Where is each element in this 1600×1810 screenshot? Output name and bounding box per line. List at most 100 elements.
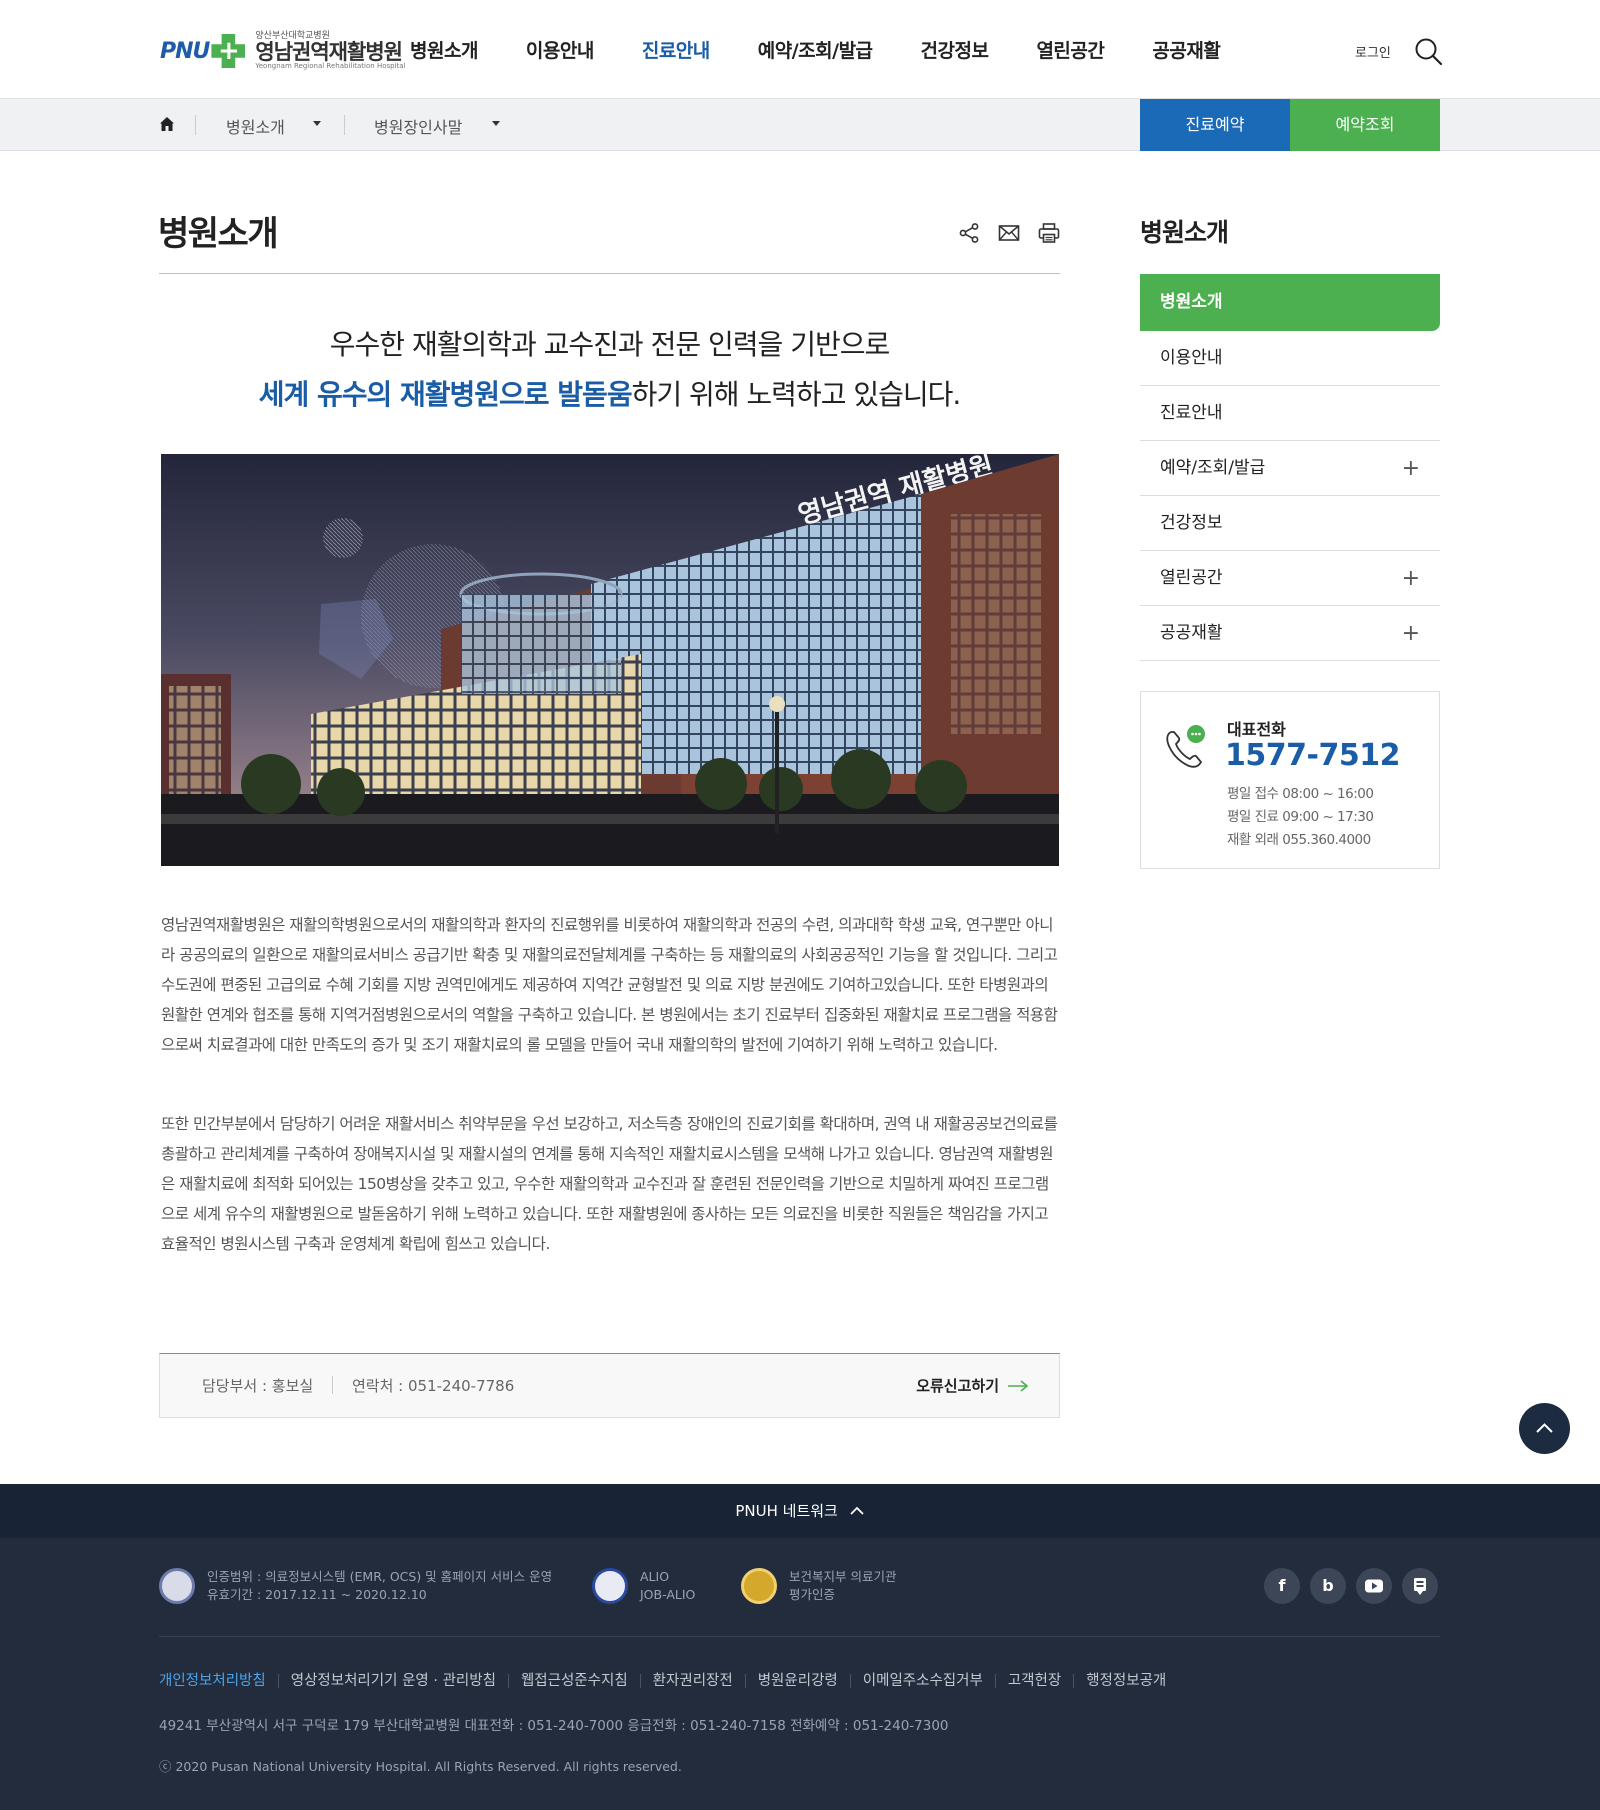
cert-alio-line2: JOB-ALIO (640, 1587, 696, 1602)
side-item-label: 건강정보 (1160, 513, 1223, 533)
footer-link-patient-rights[interactable]: 환자권리장전 (639, 1674, 745, 1688)
cert-isms-line2: 유효기간 : 2017.12.11 ~ 2020.12.10 (207, 1587, 427, 1602)
footer-link-cctv[interactable]: 영상정보처리기기 운영 · 관리방침 (277, 1674, 508, 1688)
side-item-label: 열린공간 (1160, 568, 1223, 588)
print-icon[interactable] (1038, 222, 1060, 244)
mail-icon[interactable] (998, 222, 1020, 244)
info-department: 담당부서 : 홍보실 (202, 1377, 314, 1395)
breadcrumb-bar: 병원소개 병원장인사말 진료예약 예약조회 (0, 99, 1600, 151)
footer-link-email-refusal[interactable]: 이메일주소수집거부 (849, 1674, 995, 1688)
lead-line2: 세계 유수의 재활병원으로 발돋움하기 위해 노력하고 있습니다. (159, 370, 1060, 420)
chevron-down-icon[interactable] (313, 121, 321, 126)
post-icon[interactable] (1402, 1568, 1438, 1604)
nav-item-public-rehab[interactable]: 공공재활 (1152, 36, 1220, 63)
reservation-check-button[interactable]: 예약조회 (1290, 99, 1440, 151)
search-icon[interactable] (1413, 36, 1443, 66)
hospital-logo[interactable]: PNU + 양산부산대학교병원 영남권역재활병원 Yeongnam Regiona… (160, 28, 406, 74)
error-report-label: 오류신고하기 (916, 1377, 999, 1395)
side-item-label: 공공재활 (1160, 623, 1223, 643)
side-item-health[interactable]: 건강정보 (1140, 496, 1440, 551)
side-item-reservation[interactable]: 예약/조회/발급 + (1140, 441, 1440, 496)
logo-text: 양산부산대학교병원 영남권역재활병원 Yeongnam Regional Reh… (255, 31, 406, 71)
plus-icon[interactable]: + (1402, 606, 1420, 661)
error-report-link[interactable]: 오류신고하기 (916, 1375, 1029, 1396)
cert-alio[interactable]: ALIO JOB-ALIO (592, 1568, 695, 1604)
side-item-guide[interactable]: 이용안내 (1140, 331, 1440, 386)
footer-link-accessibility[interactable]: 웹접근성준수지침 (507, 1674, 640, 1688)
nav-item-treatment[interactable]: 진료안내 (642, 36, 710, 63)
main-nav: 병원소개 이용안내 진료안내 예약/조회/발급 건강정보 열린공간 공공재활 (410, 0, 1268, 99)
cert-alio-line1: ALIO (640, 1569, 670, 1584)
login-link[interactable]: 로그인 (1355, 42, 1391, 61)
crumb-divider (195, 115, 196, 135)
facebook-icon[interactable]: f (1264, 1568, 1300, 1604)
footer-link-privacy[interactable]: 개인정보처리방침 (159, 1674, 278, 1689)
site-footer: 인증범위 : 의료정보시스템 (EMR, OCS) 및 홈페이지 서비스 운영 … (0, 1538, 1600, 1810)
chevron-up-icon (1536, 1423, 1553, 1433)
nav-item-intro[interactable]: 병원소개 (410, 36, 478, 63)
logo-mark-text: PNU (160, 38, 210, 64)
mohw-badge-icon (741, 1568, 777, 1604)
nav-item-open-space[interactable]: 열린공간 (1036, 36, 1104, 63)
cert-isms-line1: 인증범위 : 의료정보시스템 (EMR, OCS) 및 홈페이지 서비스 운영 (207, 1569, 553, 1584)
building-illustration: 영남권역 재활병원 (161, 454, 1059, 866)
phone-info-box: 대표전화 1577-7512 평일 접수 08:00 ~ 16:00 평일 진료… (1140, 691, 1440, 869)
logo-en: Yeongnam Regional Rehabilitation Hospita… (255, 62, 406, 71)
breadcrumb-level1[interactable]: 병원소개 (226, 114, 285, 138)
footer-link-charter[interactable]: 고객헌장 (994, 1674, 1073, 1688)
side-item-label: 병원소개 (1160, 292, 1223, 312)
footer-address: 49241 부산광역시 서구 구덕로 179 부산대학교병원 대표전화 : 05… (159, 1718, 949, 1734)
side-item-public-rehab[interactable]: 공공재활 + (1140, 606, 1440, 661)
hours-reception: 평일 접수 08:00 ~ 16:00 (1227, 786, 1374, 802)
home-icon[interactable] (158, 115, 176, 133)
cert-isms: 인증범위 : 의료정보시스템 (EMR, OCS) 및 홈페이지 서비스 운영 … (159, 1568, 552, 1604)
chevron-up-icon (850, 1506, 864, 1515)
lead-rest: 하기 위해 노력하고 있습니다. (631, 378, 962, 411)
side-menu: 병원소개 이용안내 진료안내 예약/조회/발급 + 건강정보 열린공간 + 공공… (1140, 274, 1440, 661)
network-label: PNUH 네트워크 (735, 1502, 838, 1520)
crumb-divider (344, 115, 345, 135)
nav-item-guide[interactable]: 이용안내 (526, 36, 594, 63)
alio-badge-icon (592, 1568, 628, 1604)
page-tools (958, 222, 1060, 244)
logo-cross-icon: + (211, 34, 246, 68)
plus-icon[interactable]: + (1402, 441, 1420, 496)
info-contact: 연락처 : 051-240-7786 (352, 1377, 515, 1395)
lead-message: 우수한 재활의학과 교수진과 전문 인력을 기반으로 세계 유수의 재활병원으로… (159, 320, 1060, 420)
footer-link-ethics[interactable]: 병원윤리강령 (744, 1674, 850, 1688)
share-icon[interactable] (958, 222, 980, 244)
network-toggle[interactable]: PNUH 네트워크 (0, 1484, 1600, 1538)
site-header: PNU + 양산부산대학교병원 영남권역재활병원 Yeongnam Regiona… (0, 0, 1600, 99)
lead-highlight: 세계 유수의 재활병원으로 발돋움 (258, 378, 633, 411)
arrow-right-icon (1008, 1379, 1029, 1392)
logo-mark: PNU + (160, 34, 246, 68)
plus-icon[interactable]: + (1402, 551, 1420, 606)
phone-number[interactable]: 1577-7512 (1225, 738, 1400, 773)
cert-mohw-line1: 보건복지부 의료기관 (789, 1569, 897, 1584)
phone-chat-icon (1166, 725, 1205, 768)
side-item-treatment[interactable]: 진료안내 (1140, 386, 1440, 441)
side-item-label: 진료안내 (1160, 403, 1223, 423)
intro-paragraph-1: 영남권역재활병원은 재활의학병원으로서의 재활의학과 환자의 진료행위를 비롯하… (161, 916, 1058, 1054)
chevron-down-icon[interactable] (492, 121, 500, 126)
nav-item-reservation[interactable]: 예약/조회/발급 (758, 36, 873, 63)
hours-outpatient: 재활 외래 055.360.4000 (1227, 832, 1371, 848)
breadcrumb-level2[interactable]: 병원장인사말 (374, 114, 462, 138)
intro-paragraph-2: 또한 민간부분에서 담당하기 어려운 재활서비스 취약부문을 우선 보강하고, … (161, 1115, 1058, 1253)
side-item-open-space[interactable]: 열린공간 + (1140, 551, 1440, 606)
scroll-top-button[interactable] (1519, 1403, 1570, 1454)
hospital-building-photo: 영남권역 재활병원 (161, 454, 1059, 866)
blog-icon[interactable]: b (1310, 1568, 1346, 1604)
side-item-intro[interactable]: 병원소개 (1140, 274, 1440, 331)
page-info-box: 담당부서 : 홍보실 연락처 : 051-240-7786 오류신고하기 (159, 1353, 1060, 1418)
phone-label: 대표전화 (1227, 720, 1286, 739)
nav-item-health[interactable]: 건강정보 (921, 36, 989, 63)
title-divider (159, 273, 1060, 274)
footer-links: 개인정보처리방침 영상정보처리기기 운영 · 관리방침 웹접근성준수지침 환자권… (159, 1674, 1178, 1689)
youtube-icon[interactable] (1356, 1568, 1392, 1604)
reservation-button[interactable]: 진료예약 (1140, 99, 1290, 151)
lead-line1: 우수한 재활의학과 교수진과 전문 인력을 기반으로 (329, 328, 890, 361)
isms-badge-icon (159, 1568, 195, 1604)
cert-mohw: 보건복지부 의료기관 평가인증 (741, 1568, 896, 1604)
footer-link-disclosure[interactable]: 행정정보공개 (1073, 1674, 1178, 1688)
